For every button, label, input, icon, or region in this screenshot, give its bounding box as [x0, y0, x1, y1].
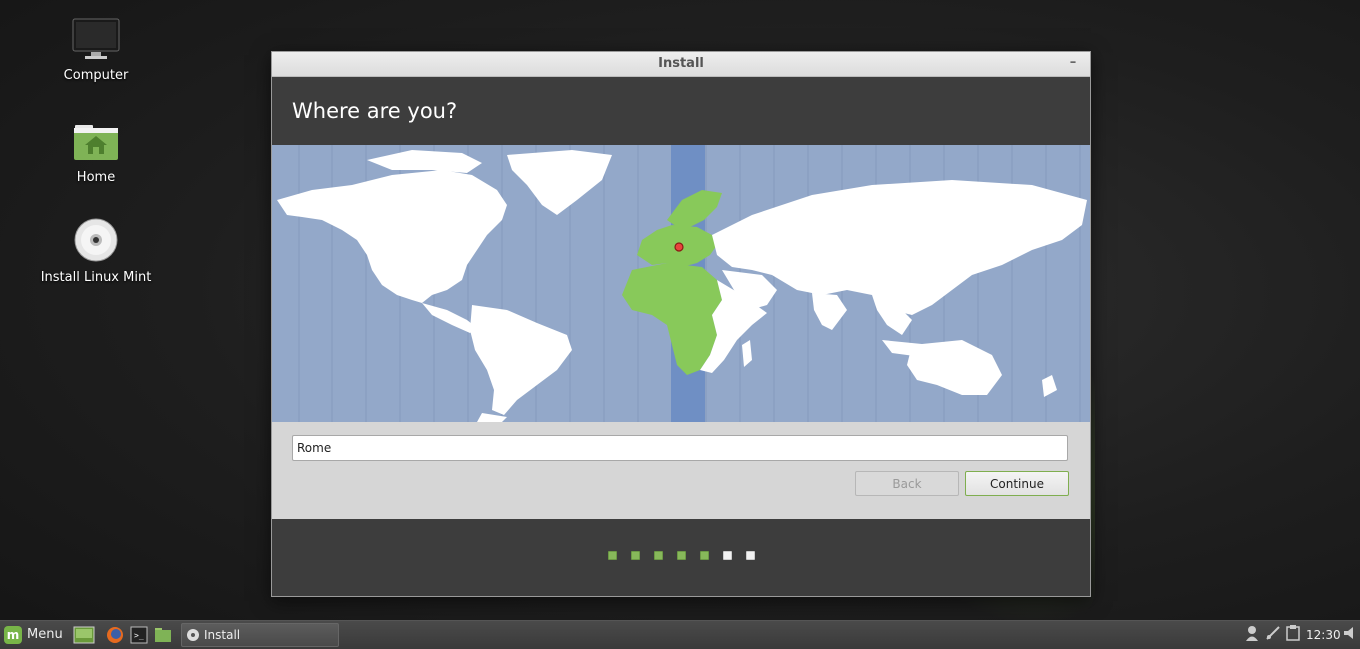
- network-icon[interactable]: [1265, 625, 1281, 643]
- progress-step: [653, 551, 663, 560]
- disc-icon: [187, 629, 199, 641]
- task-install[interactable]: Install: [181, 623, 339, 647]
- progress-step: [722, 551, 732, 560]
- install-footer: [272, 519, 1090, 596]
- firefox-icon[interactable]: [106, 626, 124, 644]
- desktop-icon-install[interactable]: Install Linux Mint: [36, 218, 156, 285]
- minimize-button[interactable]: –: [1066, 52, 1080, 76]
- progress-step: [745, 551, 755, 560]
- window-title: Install: [658, 56, 704, 71]
- timezone-map[interactable]: [272, 145, 1090, 422]
- back-button[interactable]: Back: [855, 471, 959, 496]
- mint-logo-icon: m: [4, 625, 22, 644]
- install-window: Install – Where are you? Rome Back Conti…: [271, 51, 1091, 597]
- task-label: Install: [204, 628, 241, 642]
- svg-text:>_: >_: [134, 631, 144, 640]
- page-title: Where are you?: [272, 77, 1090, 145]
- progress-indicator: [272, 551, 1090, 560]
- disc-icon: [74, 218, 118, 262]
- computer-icon: [72, 18, 120, 59]
- desktop-icon-computer[interactable]: Computer: [36, 18, 156, 83]
- menu-button[interactable]: m Menu: [4, 625, 63, 645]
- show-desktop-icon[interactable]: [73, 626, 95, 644]
- window-titlebar[interactable]: Install –: [272, 52, 1090, 77]
- timezone-input[interactable]: [292, 435, 1068, 461]
- clock[interactable]: 12:30: [1306, 625, 1341, 645]
- desktop-icon-label: Install Linux Mint: [40, 270, 152, 285]
- progress-step: [676, 551, 686, 560]
- desktop-icon-label: Home: [76, 170, 116, 185]
- taskbar: m Menu >_ Install 12:30: [0, 620, 1360, 649]
- desktop-icon-label: Computer: [63, 68, 129, 83]
- terminal-icon[interactable]: >_: [130, 626, 148, 644]
- home-folder-icon: [74, 125, 118, 160]
- progress-step: [607, 551, 617, 560]
- volume-icon[interactable]: [1342, 625, 1358, 643]
- menu-label: Menu: [27, 627, 63, 642]
- progress-step: [630, 551, 640, 560]
- continue-button[interactable]: Continue: [965, 471, 1069, 496]
- user-icon[interactable]: [1244, 625, 1260, 643]
- desktop-icon-home[interactable]: Home: [36, 122, 156, 185]
- files-icon[interactable]: [154, 626, 172, 644]
- clipboard-icon[interactable]: [1285, 625, 1301, 643]
- progress-step: [699, 551, 709, 560]
- location-marker-icon: [674, 242, 684, 252]
